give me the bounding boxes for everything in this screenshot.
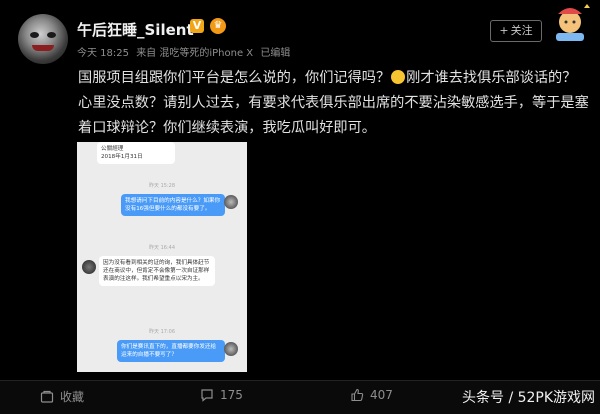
post-text: 国服项目组跟你们平台是怎么说的，你们记得吗？ 刚才谁去找俱乐部谈话的？心里没点数？… [78, 66, 590, 141]
verified-badge-icon: V [190, 19, 204, 33]
chat-avatar [224, 342, 238, 356]
chat-timestamp: 昨天 16:44 [149, 245, 175, 251]
follow-button[interactable]: + 关注 [490, 20, 542, 42]
comment-count: 175 [220, 388, 243, 402]
follow-label: 关注 [510, 24, 533, 37]
chat-avatar [224, 195, 238, 209]
chat-timestamp: 昨天 15:28 [149, 183, 175, 189]
like-button[interactable]: 407 [350, 388, 393, 402]
chat-bubble-left: 因为没有看到相关的证的询，我们具体赶节还在商议中，但肯定不会像第一次自证那样表演… [99, 256, 215, 286]
member-crown-icon: ♛ [210, 18, 226, 34]
avatar[interactable] [18, 14, 68, 64]
post-text-part1: 国服项目组跟你们平台是怎么说的，你们记得吗？ [78, 70, 391, 86]
post-meta: 今天 18:25 来自 混吃等死的iPhone X 已编辑 [77, 44, 294, 59]
plus-icon: + [499, 24, 509, 37]
watermark: 头条号 / 52PK游戏网 [462, 390, 596, 406]
chat-bubble-left: 公關經理 2018年1月31日 [97, 142, 175, 164]
avatar-eye [30, 32, 39, 38]
chat-timestamp: 昨天 17:06 [149, 329, 175, 335]
avatar-mouth [32, 45, 54, 51]
avatar-eye [47, 32, 56, 38]
favorite-button[interactable]: 收藏 [40, 388, 84, 405]
username[interactable]: 午后狂睡_Silent [77, 19, 194, 40]
festival-decoration-icon [556, 4, 590, 41]
favorite-label: 收藏 [60, 390, 85, 404]
post-time: 今天 18:25 [77, 48, 129, 59]
like-count: 407 [370, 388, 393, 402]
favorite-icon [40, 390, 54, 403]
chat-screenshot-image[interactable]: 公關經理 2018年1月31日 昨天 15:28 我想请问下目前的内容是什么？如… [77, 142, 247, 372]
post-edited: 已编辑 [260, 48, 291, 59]
smile-emoji-icon [391, 70, 406, 84]
chat-avatar [82, 260, 96, 274]
chat-bubble-right: 你们是赛讯直下的，直播都要你发还给运来的自播不要写了？ [117, 340, 225, 362]
comment-button[interactable]: 175 [200, 388, 243, 402]
thumbs-up-icon [351, 388, 364, 402]
post-source[interactable]: 来自 混吃等死的iPhone X [136, 48, 253, 59]
comment-icon [201, 389, 213, 402]
chat-bubble-right: 我想请问下目前的内容是什么？如果你没有16强但要什么的都没有要了。 [121, 194, 225, 216]
